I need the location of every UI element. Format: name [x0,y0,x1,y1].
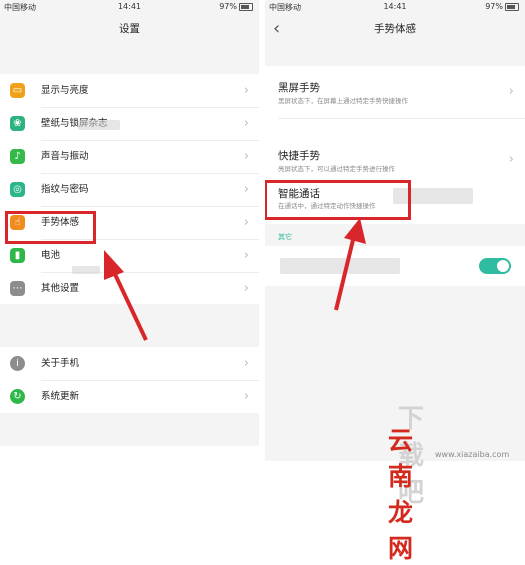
arrow-left [104,250,148,341]
watermark-brand: 云南龙网 [388,426,414,563]
arrow-right [334,218,366,311]
annotation-arrows [104,218,366,341]
watermark-site: www.xiazaiba.com [435,450,510,459]
